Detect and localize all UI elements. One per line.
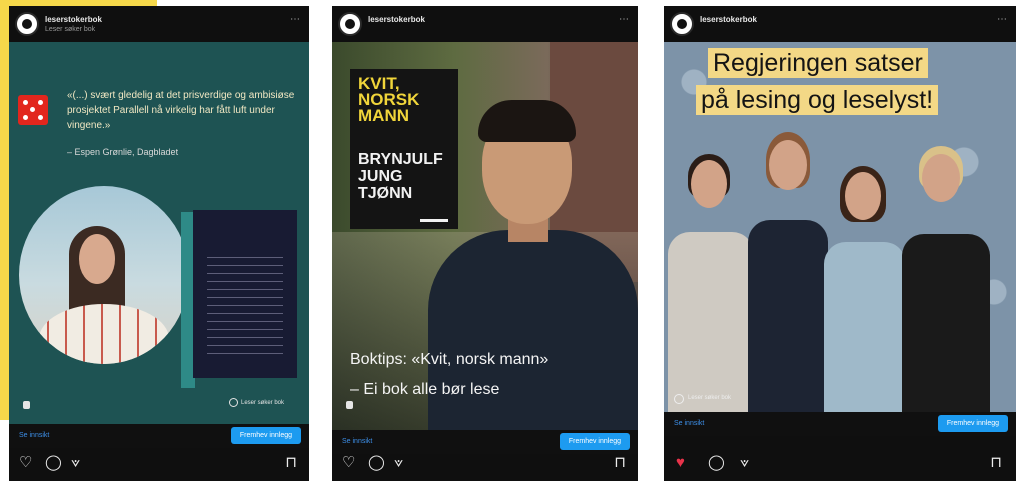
account-name[interactable]: leserstokerbok [45, 15, 102, 24]
bookmark-icon[interactable]: ⊓ [614, 455, 626, 470]
see-insights-link[interactable]: Se innsikt [19, 432, 49, 439]
headline-line-1: Regjeringen satser [708, 48, 928, 78]
action-bar: ♡ ◯ ⟇ ⊓ [332, 447, 638, 481]
audio-icon[interactable] [23, 401, 30, 409]
author-portrait [19, 186, 189, 364]
headline-line-2: på lesing og leselyst! [696, 85, 939, 115]
account-avatar[interactable] [15, 12, 39, 36]
account-name[interactable]: leserstokerbok [700, 15, 757, 24]
like-heart-icon[interactable]: ♡ [342, 455, 355, 470]
post-header: leserstokerbok Leser søker bok ⋯ [9, 6, 309, 42]
post-card-3[interactable]: leserstokerbok ⋯ Regjeringen satser på l… [664, 6, 1016, 481]
book-title: KVIT, NORSK MANN [358, 74, 420, 125]
action-bar: ♡ ◯ ⟇ ⊓ [9, 447, 309, 481]
insights-bar: Se innsikt Fremhev innlegg [9, 424, 309, 448]
insights-bar: Se innsikt Fremhev innlegg [664, 412, 1016, 436]
audio-tag[interactable]: Leser søker bok [688, 395, 731, 401]
post-header: leserstokerbok ⋯ [664, 6, 1016, 42]
boost-post-button[interactable]: Fremhev innlegg [937, 415, 1008, 432]
comment-icon[interactable]: ◯ [368, 455, 385, 470]
like-heart-icon[interactable]: ♡ [19, 455, 32, 470]
see-insights-link[interactable]: Se innsikt [342, 438, 372, 445]
post-media[interactable]: «(...) svært gledelig at det prisverdige… [9, 42, 309, 426]
comment-icon[interactable]: ◯ [45, 455, 62, 470]
account-avatar[interactable] [338, 12, 362, 36]
audio-icon[interactable] [346, 401, 353, 409]
see-insights-link[interactable]: Se innsikt [674, 420, 704, 427]
audio-icon[interactable] [674, 394, 684, 404]
post-media[interactable]: Regjeringen satser på lesing og leselyst… [664, 42, 1016, 412]
action-bar: ♥ ◯ ⟇ ⊓ [664, 447, 1016, 481]
book-cover-image: KVIT, NORSK MANN BRYNJULF JUNG TJØNN [350, 69, 458, 229]
review-attribution: – Espen Grønlie, Dagbladet [67, 147, 179, 157]
more-options-icon[interactable]: ⋯ [290, 14, 301, 25]
yellow-accent-side [0, 0, 9, 420]
account-name[interactable]: leserstokerbok [368, 15, 425, 24]
book-author: BRYNJULF JUNG TJØNN [358, 151, 443, 202]
post-card-1[interactable]: leserstokerbok Leser søker bok ⋯ «(...) … [9, 6, 309, 481]
review-quote: «(...) svært gledelig at det prisverdige… [67, 90, 295, 131]
post-card-2[interactable]: leserstokerbok ⋯ KVIT, NORSK MANN BRYNJU… [332, 6, 638, 481]
share-icon[interactable]: ⟇ [740, 455, 749, 470]
more-options-icon[interactable]: ⋯ [997, 14, 1008, 25]
like-heart-filled-icon[interactable]: ♥ [676, 455, 685, 470]
bookmark-icon[interactable]: ⊓ [285, 455, 297, 470]
post-media[interactable]: KVIT, NORSK MANN BRYNJULF JUNG TJØNN Bok… [332, 42, 638, 430]
boost-post-button[interactable]: Fremhev innlegg [230, 427, 301, 444]
comment-icon[interactable]: ◯ [708, 455, 725, 470]
bookmark-icon[interactable]: ⊓ [990, 455, 1002, 470]
post-caption-overlay: Boktips: «Kvit, norsk mann» – Ei bok all… [350, 351, 549, 398]
dice-rating-icon [18, 95, 48, 125]
account-avatar[interactable] [670, 12, 694, 36]
more-options-icon[interactable]: ⋯ [619, 14, 630, 25]
book-cover-image [193, 210, 297, 378]
account-subline: Leser søker bok [45, 26, 96, 33]
share-icon[interactable]: ⟇ [394, 455, 403, 470]
audio-tag[interactable]: Leser søker bok [229, 398, 284, 407]
post-header: leserstokerbok ⋯ [332, 6, 638, 42]
share-icon[interactable]: ⟇ [71, 455, 80, 470]
